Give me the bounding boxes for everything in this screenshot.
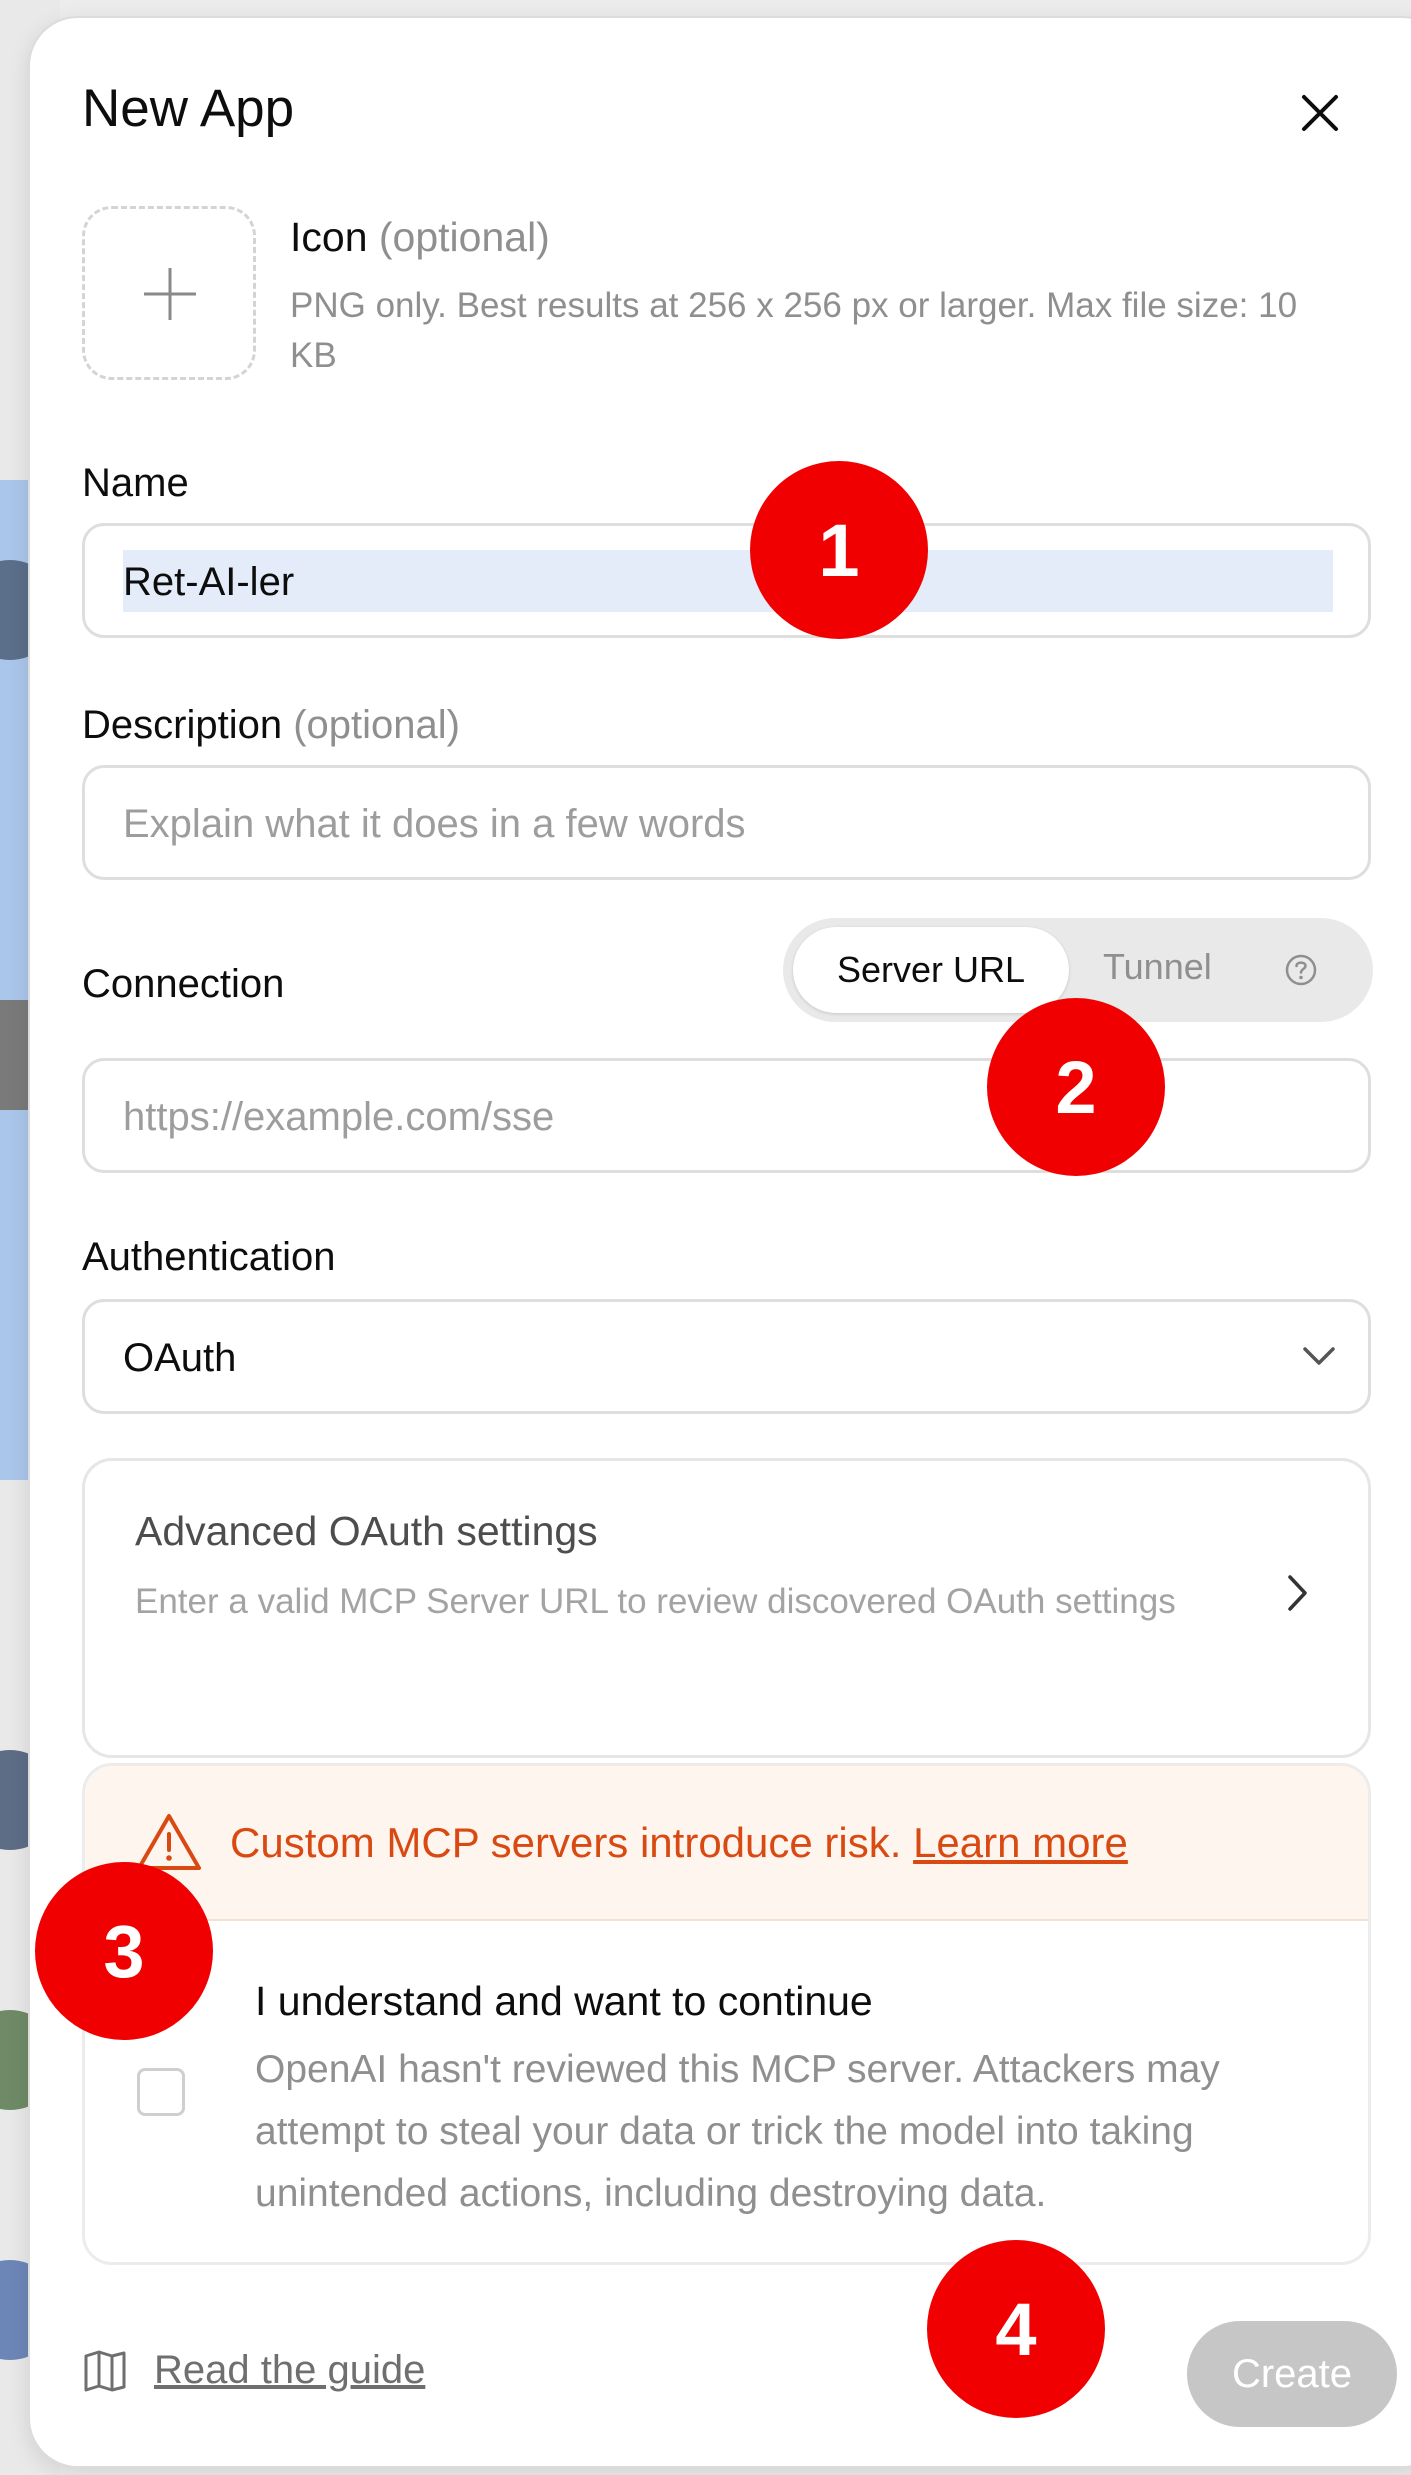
step-marker-2: 2 <box>987 998 1165 1176</box>
close-button[interactable] <box>1295 88 1345 138</box>
acknowledge-description: OpenAI hasn't reviewed this MCP server. … <box>255 2048 1220 2215</box>
authentication-select[interactable]: OAuth <box>82 1299 1371 1414</box>
chevron-down-icon <box>1303 1347 1335 1365</box>
acknowledge-checkbox[interactable] <box>137 2068 185 2116</box>
description-label: Description (optional) <box>82 703 460 748</box>
icon-label: Icon (optional) <box>290 214 550 261</box>
warning-triangle-icon <box>137 1814 201 1870</box>
icon-label-text: Icon <box>290 214 368 260</box>
step-marker-1: 1 <box>750 461 928 639</box>
dialog-title: New App <box>82 79 295 138</box>
name-input[interactable]: Ret-AI-ler <box>82 523 1371 638</box>
connection-label: Connection <box>82 962 285 1006</box>
description-input[interactable]: Explain what it does in a few words <box>82 765 1371 880</box>
authentication-value: OAuth <box>123 1336 237 1380</box>
server-url-placeholder: https://example.com/sse <box>123 1095 555 1139</box>
tunnel-option[interactable]: Tunnel <box>1103 946 1212 988</box>
acknowledge-title: I understand and want to continue <box>255 1978 873 2024</box>
close-icon <box>1302 95 1338 131</box>
optional-tag: (optional) <box>378 214 550 260</box>
description-label-text: Description <box>82 703 283 747</box>
optional-tag: (optional) <box>293 703 460 747</box>
authentication-label: Authentication <box>82 1235 336 1279</box>
description-placeholder: Explain what it does in a few words <box>123 802 746 846</box>
advanced-oauth-settings[interactable]: Advanced OAuth settings Enter a valid MC… <box>82 1458 1371 1758</box>
server-url-option[interactable]: Server URL <box>793 927 1069 1013</box>
new-app-dialog: New App Icon (optional) PNG only. Best r… <box>30 18 1411 2466</box>
name-value: Ret-AI-ler <box>123 560 295 604</box>
plus-icon <box>144 268 196 320</box>
risk-warning-text-line: Custom MCP servers introduce risk. Learn… <box>230 1819 1128 1867</box>
risk-warning-banner: Custom MCP servers introduce risk. Learn… <box>85 1766 1368 1921</box>
read-guide-label: Read the guide <box>154 2348 426 2392</box>
chevron-right-icon <box>1288 1575 1307 1611</box>
text-selection <box>123 550 1333 612</box>
icon-upload-button[interactable] <box>82 206 256 380</box>
server-url-input[interactable]: https://example.com/sse <box>82 1058 1371 1173</box>
learn-more-link[interactable]: Learn more <box>913 1819 1128 1866</box>
help-circle-icon[interactable] <box>1283 952 1319 988</box>
step-marker-3: 3 <box>35 1862 213 2040</box>
step-marker-4: 4 <box>927 2240 1105 2418</box>
risk-warning-text: Custom MCP servers introduce risk. <box>230 1819 902 1866</box>
name-label: Name <box>82 461 189 505</box>
icon-help-text: PNG only. Best results at 256 x 256 px o… <box>290 286 1298 375</box>
advanced-oauth-title: Advanced OAuth settings <box>135 1508 598 1554</box>
risk-warning-panel: Custom MCP servers introduce risk. Learn… <box>82 1763 1371 2265</box>
book-icon <box>84 2350 126 2392</box>
create-button[interactable]: Create <box>1187 2321 1397 2427</box>
advanced-oauth-description: Enter a valid MCP Server URL to review d… <box>135 1582 1176 1621</box>
